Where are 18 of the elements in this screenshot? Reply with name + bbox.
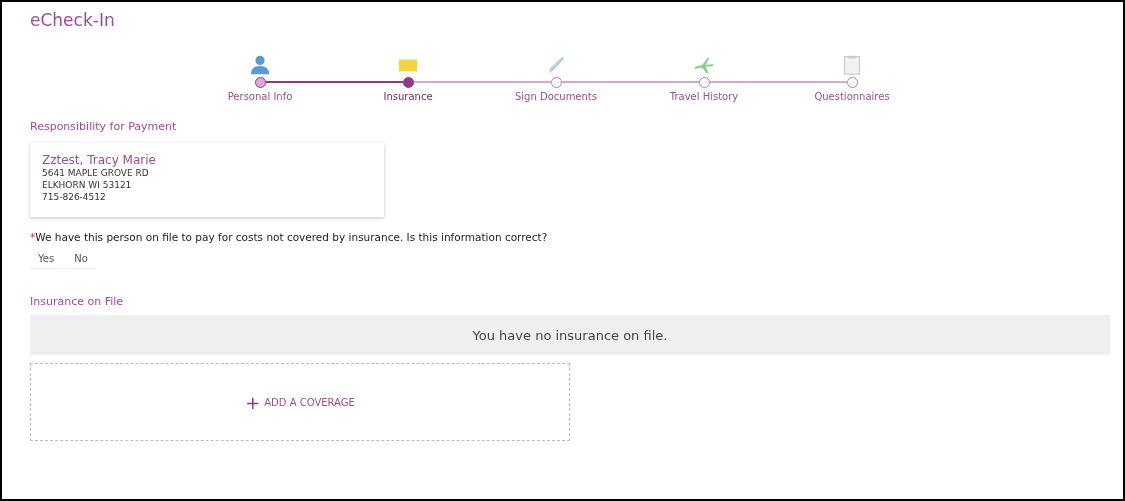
step-label[interactable]: Questionnaires [814, 91, 890, 102]
step-label[interactable]: Travel History [669, 91, 739, 102]
person-icon [249, 54, 271, 76]
section-heading: Insurance on File [30, 295, 125, 308]
step-label[interactable]: Insurance [383, 91, 433, 102]
step-label[interactable]: Personal Info [227, 91, 293, 102]
required-mark: * [30, 231, 36, 243]
payer-name: Zztest, Tracy Marie [42, 153, 157, 167]
empty-message: You have no insurance on file. [30, 315, 1110, 355]
section-heading: Responsibility for Payment [30, 120, 178, 133]
add-coverage-button[interactable]: + ADD A COVERAGE [30, 363, 570, 441]
step-label[interactable]: Sign Documents [515, 91, 597, 102]
clipboard-icon [841, 54, 863, 76]
address-line: ELKHORN WI 53121 [42, 179, 133, 191]
address-line: 715-826-4512 [42, 191, 107, 203]
question-text: We have this person on file to pay for costs not covered by insurance. Is this information correct? [35, 231, 548, 243]
page-title: eCheck-In [30, 10, 116, 32]
address-line: 5641 MAPLE GROVE RD [42, 167, 150, 179]
